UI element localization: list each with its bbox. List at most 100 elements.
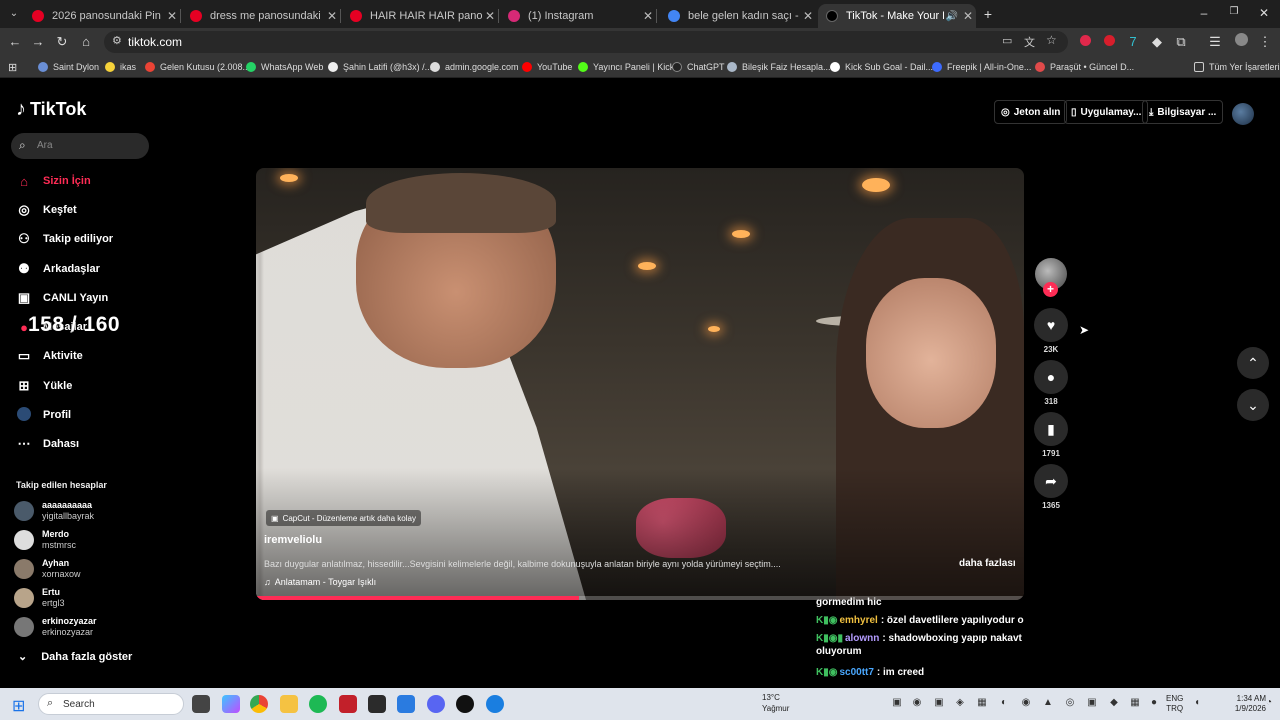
- like-button[interactable]: ♥: [1034, 308, 1068, 342]
- capcut-badge[interactable]: ▣ CapCut - Düzenleme artık daha kolay: [266, 510, 421, 526]
- forward-icon[interactable]: →: [29, 33, 47, 51]
- tray-chrome-icon[interactable]: ◉: [910, 697, 924, 711]
- close-tab-icon[interactable]: ✕: [640, 9, 656, 23]
- tray-app-icon[interactable]: ◉: [1019, 697, 1033, 711]
- bookmark-item[interactable]: Bileşik Faiz Hesapla...: [727, 59, 831, 75]
- apps-grid-icon[interactable]: ⊞: [8, 59, 17, 75]
- comment-button[interactable]: ●: [1034, 360, 1068, 394]
- language-indicator[interactable]: ENG TRQ: [1166, 694, 1183, 714]
- notification-icon[interactable]: ◔: [1262, 697, 1276, 711]
- windows-start-icon[interactable]: ⊞: [12, 696, 25, 716]
- close-tab-icon[interactable]: ✕: [324, 9, 340, 23]
- bookmark-item[interactable]: YouTube: [522, 59, 572, 75]
- tab-instagram[interactable]: (1) Instagram ✕: [500, 4, 657, 28]
- app-blue-circle-icon[interactable]: [486, 695, 504, 713]
- tray-app-icon[interactable]: ▦: [975, 697, 989, 711]
- nav-more[interactable]: ⋯ Dahası: [16, 434, 80, 454]
- nav-upload[interactable]: ⊞ Yükle: [16, 376, 73, 396]
- following-account[interactable]: Merdo mstmrsc: [14, 527, 76, 553]
- bookmark-item[interactable]: Kick Sub Goal - Dail...: [830, 59, 933, 75]
- following-account[interactable]: aaaaaaaaaa yigitallbayrak: [14, 498, 94, 524]
- bookmark-item[interactable]: Gelen Kutusu (2.008...: [145, 59, 250, 75]
- nav-profile[interactable]: Profil: [16, 405, 71, 425]
- bookmark-item[interactable]: Freepik | All-in-One...: [932, 59, 1031, 75]
- tray-app-icon[interactable]: ◐: [997, 697, 1011, 711]
- nav-following[interactable]: ⚇ Takip ediliyor: [16, 229, 113, 249]
- share-button[interactable]: ➦: [1034, 464, 1068, 498]
- following-account[interactable]: Ertu ertgl3: [14, 585, 65, 611]
- speaker-icon[interactable]: ◖: [1190, 697, 1204, 711]
- get-app-button[interactable]: ▯ Uygulamay...: [1064, 100, 1149, 124]
- extension-teal-icon[interactable]: 7: [1124, 33, 1142, 51]
- close-window-button[interactable]: ✕: [1256, 6, 1272, 20]
- video-author[interactable]: iremveliolu: [264, 534, 322, 546]
- home-icon[interactable]: ⌂: [77, 33, 95, 51]
- tray-app-icon[interactable]: ▣: [890, 697, 904, 711]
- bookmark-item[interactable]: WhatsApp Web: [246, 59, 323, 75]
- show-more-button[interactable]: ⌄ Daha fazla göster: [16, 650, 132, 664]
- speaker-icon[interactable]: 🔊: [944, 11, 960, 22]
- site-info-icon[interactable]: ⚙: [112, 34, 122, 47]
- nav-activity[interactable]: ▭ Aktivite: [16, 346, 83, 366]
- video-player[interactable]: ▣ CapCut - Düzenleme artık daha kolay ire…: [256, 168, 1024, 600]
- bookmark-item[interactable]: ChatGPT: [672, 59, 725, 75]
- weather-widget[interactable]: 13°C Yağmur: [762, 692, 789, 714]
- microphone-icon[interactable]: ●: [1147, 697, 1161, 711]
- restore-button[interactable]: ❐: [1226, 6, 1242, 17]
- bookmark-item[interactable]: admin.google.com: [430, 59, 519, 75]
- save-button[interactable]: ▮: [1034, 412, 1068, 446]
- follow-plus-icon[interactable]: +: [1043, 282, 1058, 297]
- extensions-puzzle-icon[interactable]: ⧉: [1172, 33, 1190, 51]
- bookmark-star-icon[interactable]: ☆: [1046, 33, 1057, 47]
- translate-icon[interactable]: 文: [1024, 34, 1035, 50]
- system-clock[interactable]: 1:34 AM 1/9/2026: [1222, 694, 1266, 714]
- tray-app-icon[interactable]: ◎: [1063, 697, 1077, 711]
- app-blue-icon[interactable]: [397, 695, 415, 713]
- tiktok-logo[interactable]: ♪ TikTok: [16, 98, 86, 121]
- app-black-icon[interactable]: [456, 695, 474, 713]
- tray-app-icon[interactable]: ◆: [1107, 697, 1121, 711]
- install-app-icon[interactable]: ▭: [1002, 34, 1012, 47]
- new-tab-button[interactable]: +: [980, 6, 996, 22]
- tab-pinterest-2026[interactable]: 2026 panosundaki Pin ✕: [24, 4, 181, 28]
- get-coins-button[interactable]: ◎ Jeton alın: [994, 100, 1068, 124]
- extension-red-icon[interactable]: [1076, 33, 1094, 51]
- tray-app-icon[interactable]: ▣: [1085, 697, 1099, 711]
- extension-pin-icon[interactable]: [1100, 33, 1118, 51]
- tab-pinterest-hair[interactable]: HAIR HAIR HAIR panosundaki Pin ✕: [342, 4, 499, 28]
- copilot-icon[interactable]: [222, 695, 240, 713]
- previous-video-button[interactable]: ⌃: [1237, 347, 1269, 379]
- nav-for-you[interactable]: ⌂ Sizin İçin: [16, 171, 91, 191]
- tab-pinterest-dress[interactable]: dress me panosundaki Pin ✕: [182, 4, 341, 28]
- close-tab-icon[interactable]: ✕: [800, 9, 816, 23]
- tray-app-icon[interactable]: ▦: [1128, 697, 1142, 711]
- all-bookmarks-folder[interactable]: Tüm Yer İşaretleri: [1194, 59, 1280, 75]
- tab-search-dropdown-icon[interactable]: ⌄: [6, 6, 22, 22]
- tray-app-icon[interactable]: ▲: [1041, 697, 1055, 711]
- spotify-icon[interactable]: [309, 695, 327, 713]
- tray-app-icon[interactable]: ▣: [932, 697, 946, 711]
- profile-avatar-icon[interactable]: [1232, 33, 1250, 51]
- tab-tiktok[interactable]: TikTok - Make Your Day 🔊 ✕: [818, 4, 976, 28]
- bookmark-item[interactable]: Saint Dylon: [38, 59, 99, 75]
- profile-avatar[interactable]: [1232, 103, 1254, 125]
- browser-menu-icon[interactable]: ⋮: [1256, 33, 1274, 51]
- app-dark-icon[interactable]: [368, 695, 386, 713]
- bookmark-item[interactable]: Şahin Latifi (@h3x) /...: [328, 59, 432, 75]
- task-view-icon[interactable]: [192, 695, 210, 713]
- following-account[interactable]: erkinozyazar erkinozyazar: [14, 614, 97, 640]
- back-icon[interactable]: ←: [6, 33, 24, 51]
- nav-explore[interactable]: ◎ Keşfet: [16, 200, 76, 220]
- minimize-button[interactable]: –: [1196, 6, 1212, 20]
- search-input[interactable]: ⌕ Ara: [11, 133, 149, 159]
- tray-app-icon[interactable]: ◈: [953, 697, 967, 711]
- tab-google-search[interactable]: bele gelen kadın saçı - Google ✕: [660, 4, 816, 28]
- following-account[interactable]: Ayhan xornaxow: [14, 556, 81, 582]
- discord-icon[interactable]: [427, 695, 445, 713]
- close-tab-icon[interactable]: ✕: [164, 9, 180, 23]
- file-explorer-icon[interactable]: [280, 695, 298, 713]
- media-control-icon[interactable]: ☰: [1206, 33, 1224, 51]
- bookmark-item[interactable]: Yayıncı Paneli | Kick: [578, 59, 674, 75]
- extension-diamond-icon[interactable]: ◆: [1148, 33, 1166, 51]
- reload-icon[interactable]: ↻: [53, 33, 71, 51]
